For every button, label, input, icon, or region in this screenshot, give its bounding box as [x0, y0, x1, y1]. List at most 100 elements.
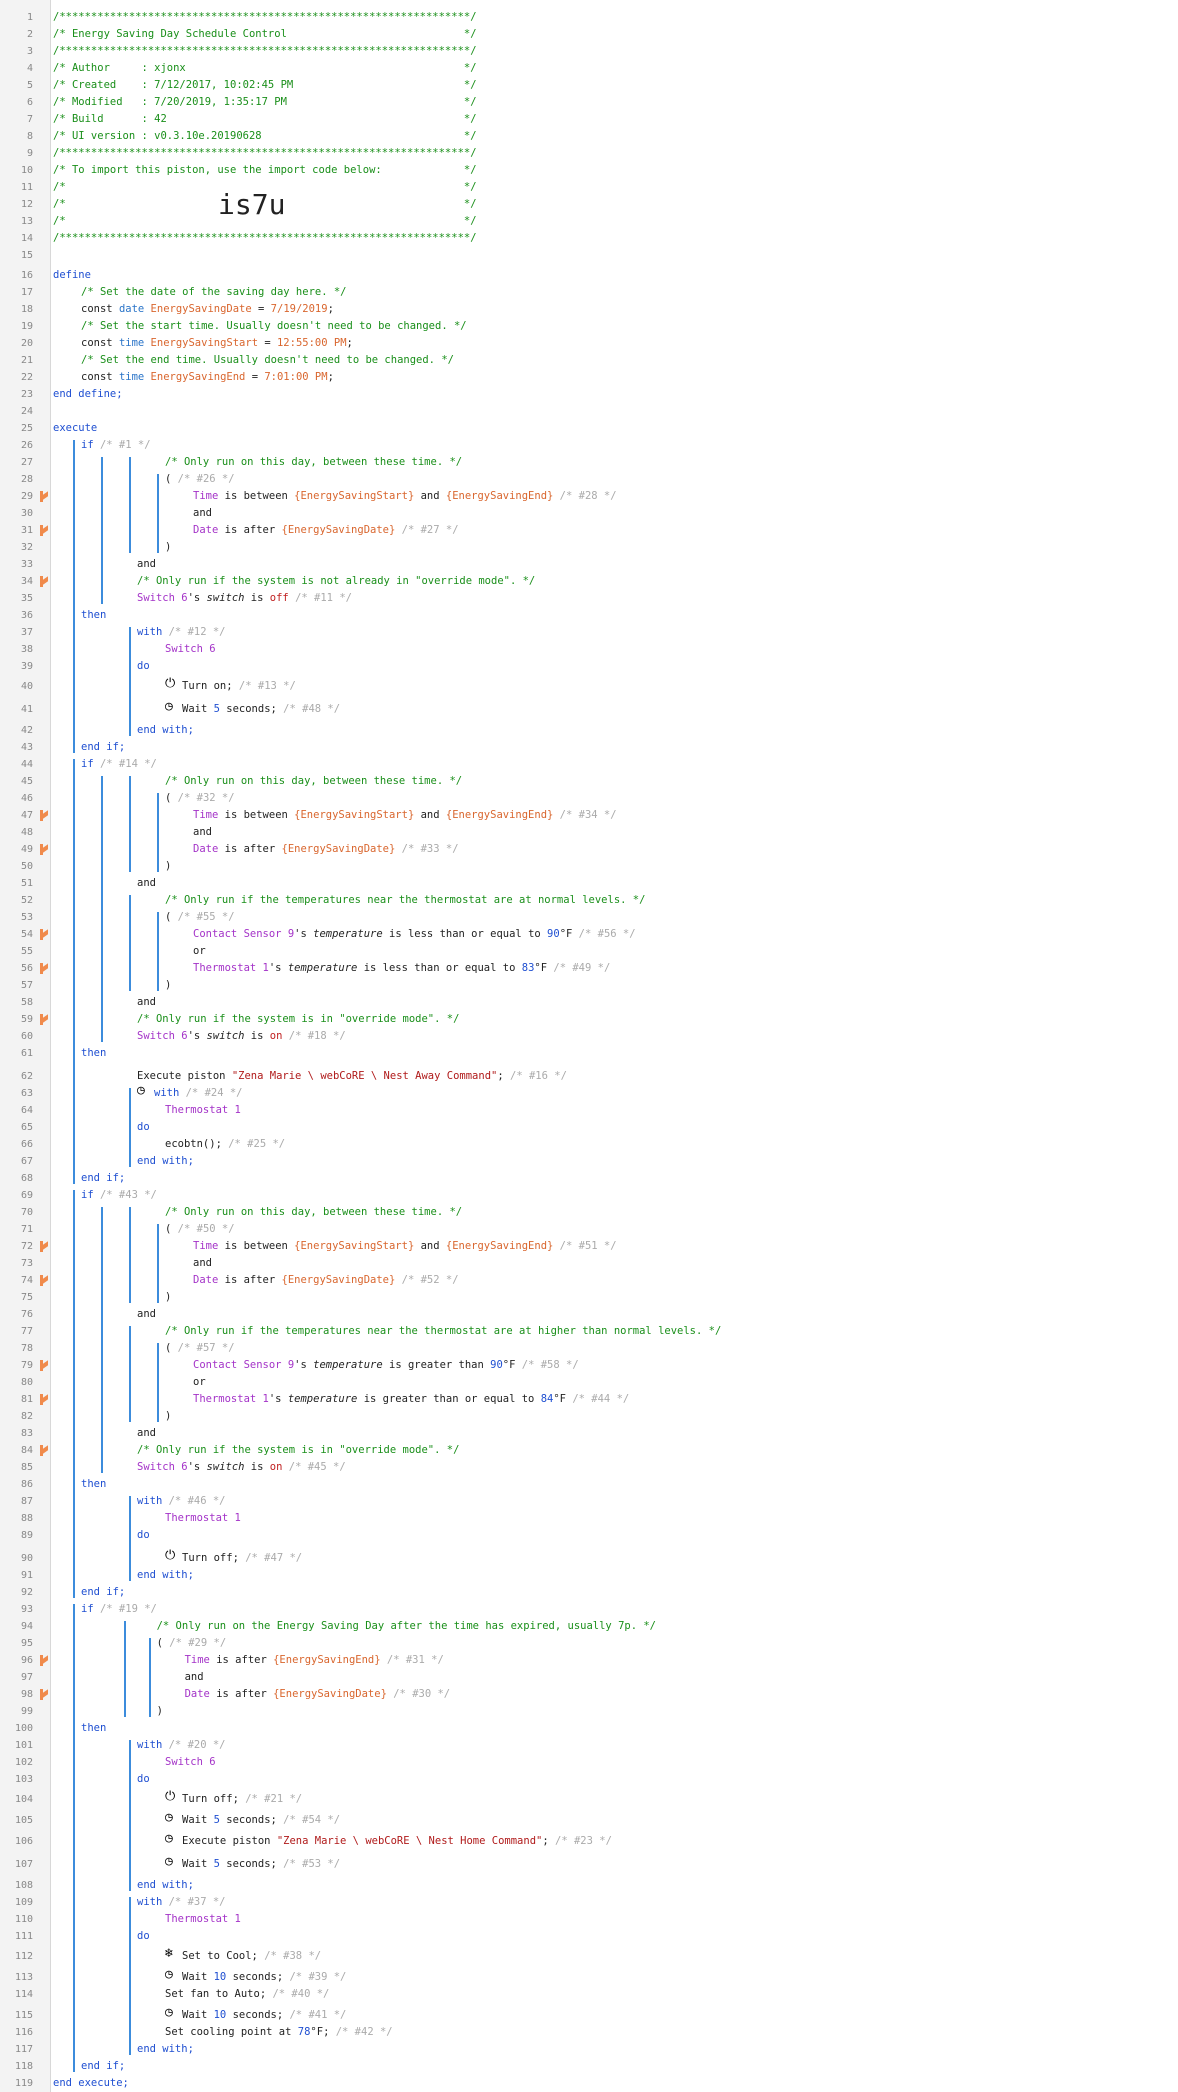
code-line[interactable]: 107 ◷ Wait 5 seconds; /* #53 */	[0, 1854, 1178, 1873]
code-line[interactable]: 90 ⏻ Turn off; /* #47 */	[0, 1548, 1178, 1567]
code-line[interactable]: 31 Date is after {EnergySavingDate} /* #2…	[0, 522, 1178, 539]
token-var[interactable]: {EnergySavingDate}	[273, 1688, 387, 1700]
token-var[interactable]: {EnergySavingEnd}	[446, 490, 553, 502]
code-line[interactable]: 61 then	[0, 1045, 1178, 1062]
token-var[interactable]: {EnergySavingStart}	[294, 1240, 414, 1252]
token-device[interactable]: Time	[193, 1240, 218, 1252]
code-line[interactable]: 97 and	[0, 1669, 1178, 1686]
token-device[interactable]: Contact Sensor 9	[193, 928, 294, 940]
code-line[interactable]: 46 ( /* #32 */	[0, 790, 1178, 807]
code-line[interactable]: 83 and	[0, 1425, 1178, 1442]
code-line[interactable]: 102 Switch 6	[0, 1754, 1178, 1771]
code-line[interactable]: 21 /* Set the end time. Usually doesn't n…	[0, 352, 1178, 369]
token-var[interactable]: EnergySavingDate	[151, 303, 252, 315]
token-device[interactable]: Date	[193, 1274, 218, 1286]
token-device[interactable]: Thermostat 1	[193, 962, 269, 974]
code-line[interactable]: 33 and	[0, 556, 1178, 573]
token-device[interactable]: Date	[185, 1688, 210, 1700]
code-line[interactable]: 89 do	[0, 1527, 1178, 1544]
token-device[interactable]: Date	[193, 843, 218, 855]
code-line[interactable]: 119 end execute;	[0, 2075, 1178, 2092]
code-line[interactable]: 62 Execute piston "Zena Marie \ webCoRE \…	[0, 1068, 1178, 1085]
token-device[interactable]: Switch 6	[137, 592, 188, 604]
code-line[interactable]: 79 Contact Sensor 9's temperature is grea…	[0, 1357, 1178, 1374]
code-line[interactable]: 59 /* Only run if the system is in "overr…	[0, 1011, 1178, 1028]
token-var[interactable]: EnergySavingStart	[151, 337, 258, 349]
code-line[interactable]: 69 if /* #43 */	[0, 1187, 1178, 1204]
code-line[interactable]: 18 const date EnergySavingDate = 7/19/201…	[0, 301, 1178, 318]
code-line[interactable]: 84 /* Only run if the system is in "overr…	[0, 1442, 1178, 1459]
code-line[interactable]: 66 ecobtn(); /* #25 */	[0, 1136, 1178, 1153]
code-line[interactable]: 57)	[0, 977, 1178, 994]
code-line[interactable]: 111 do	[0, 1928, 1178, 1945]
code-line[interactable]: 100 then	[0, 1720, 1178, 1737]
token-device[interactable]: Time	[185, 1654, 210, 1666]
code-line[interactable]: 70 /* Only run on this day, between these…	[0, 1204, 1178, 1221]
token-device[interactable]: Contact Sensor 9	[193, 1359, 294, 1371]
code-line[interactable]: 38 Switch 6	[0, 641, 1178, 658]
code-line[interactable]: 37 with /* #12 */	[0, 624, 1178, 641]
code-line[interactable]: 67 end with;	[0, 1153, 1178, 1170]
code-line[interactable]: 86 then	[0, 1476, 1178, 1493]
code-line[interactable]: 72 Time is between {EnergySavingStart} an…	[0, 1238, 1178, 1255]
code-editor[interactable]: 1 /**************************************…	[0, 0, 1178, 2092]
code-line[interactable]: 19 /* Set the start time. Usually doesn't…	[0, 318, 1178, 335]
code-line[interactable]: 65 do	[0, 1119, 1178, 1136]
token-var[interactable]: 12:55:00 PM	[277, 337, 347, 349]
code-line[interactable]: 117 end with;	[0, 2041, 1178, 2058]
code-line[interactable]: 45 /* Only run on this day, between these…	[0, 773, 1178, 790]
token-var[interactable]: {EnergySavingEnd}	[446, 809, 553, 821]
code-line[interactable]: 3 /**************************************…	[0, 43, 1178, 60]
code-line[interactable]: 96 Time is after {EnergySavingEnd} /* #31…	[0, 1652, 1178, 1669]
code-line[interactable]: 63 ◷ with /* #24 */	[0, 1083, 1178, 1102]
token-var[interactable]: {EnergySavingDate}	[282, 524, 396, 536]
token-var[interactable]: 7:01:00 PM	[264, 371, 327, 383]
code-line[interactable]: 5 /* Created : 7/12/2017, 10:02:45 PM */	[0, 77, 1178, 94]
token-var[interactable]: EnergySavingEnd	[151, 371, 246, 383]
code-line[interactable]: 13 /* */	[0, 213, 1178, 230]
code-line[interactable]: 87 with /* #46 */	[0, 1493, 1178, 1510]
code-line[interactable]: 77 /* Only run if the temperatures near t…	[0, 1323, 1178, 1340]
code-line[interactable]: 48 and	[0, 824, 1178, 841]
code-line[interactable]: 82)	[0, 1408, 1178, 1425]
code-line[interactable]: 76 and	[0, 1306, 1178, 1323]
token-device[interactable]: Time	[193, 490, 218, 502]
code-line[interactable]: 25 execute	[0, 420, 1178, 437]
code-line[interactable]: 6 /* Modified : 7/20/2019, 1:35:17 PM */	[0, 94, 1178, 111]
token-device[interactable]: Time	[193, 809, 218, 821]
code-line[interactable]: 32)	[0, 539, 1178, 556]
code-line[interactable]: 54 Contact Sensor 9's temperature is less…	[0, 926, 1178, 943]
code-line[interactable]: 40 ⏻ Turn on; /* #13 */	[0, 676, 1178, 695]
code-line[interactable]: 24	[0, 403, 1178, 420]
code-line[interactable]: 42 end with;	[0, 722, 1178, 739]
token-device[interactable]: Switch 6	[137, 1030, 188, 1042]
code-line[interactable]: 115 ◷ Wait 10 seconds; /* #41 */	[0, 2005, 1178, 2024]
code-line[interactable]: 116 Set cooling point at 78°F; /* #42 */	[0, 2024, 1178, 2041]
code-line[interactable]: 43 end if;	[0, 739, 1178, 756]
code-line[interactable]: 26 if /* #1 */	[0, 437, 1178, 454]
code-line[interactable]: 112 ❄ Set to Cool; /* #38 */	[0, 1946, 1178, 1965]
code-line[interactable]: 113 ◷ Wait 10 seconds; /* #39 */	[0, 1967, 1178, 1986]
code-line[interactable]: 50)	[0, 858, 1178, 875]
code-line[interactable]: 85 Switch 6's switch is on /* #45 */	[0, 1459, 1178, 1476]
code-line[interactable]: 105 ◷ Wait 5 seconds; /* #54 */	[0, 1810, 1178, 1829]
code-line[interactable]: 8 /* UI version : v0.3.10e.20190628 */	[0, 128, 1178, 145]
token-var[interactable]: {EnergySavingDate}	[282, 843, 396, 855]
code-line[interactable]: 44 if /* #14 */	[0, 756, 1178, 773]
code-line[interactable]: 95 ( /* #29 */	[0, 1635, 1178, 1652]
code-line[interactable]: 2 /* Energy Saving Day Schedule Control *…	[0, 26, 1178, 43]
code-line[interactable]: 41 ◷ Wait 5 seconds; /* #48 */	[0, 699, 1178, 718]
code-line[interactable]: 98 Date is after {EnergySavingDate} /* #3…	[0, 1686, 1178, 1703]
code-line[interactable]: 28 ( /* #26 */	[0, 471, 1178, 488]
code-line[interactable]: 101 with /* #20 */	[0, 1737, 1178, 1754]
token-device[interactable]: Date	[193, 524, 218, 536]
code-line[interactable]: 1 /**************************************…	[0, 9, 1178, 26]
code-line[interactable]: 34 /* Only run if the system is not alrea…	[0, 573, 1178, 590]
code-line[interactable]: 49 Date is after {EnergySavingDate} /* #3…	[0, 841, 1178, 858]
code-line[interactable]: 114 Set fan to Auto; /* #40 */	[0, 1986, 1178, 2003]
code-line[interactable]: 80 or	[0, 1374, 1178, 1391]
code-line[interactable]: 11/* */	[0, 179, 1178, 196]
code-line[interactable]: 99)	[0, 1703, 1178, 1720]
code-line[interactable]: 4 /* Author : xjonx */	[0, 60, 1178, 77]
code-line[interactable]: 71 ( /* #50 */	[0, 1221, 1178, 1238]
